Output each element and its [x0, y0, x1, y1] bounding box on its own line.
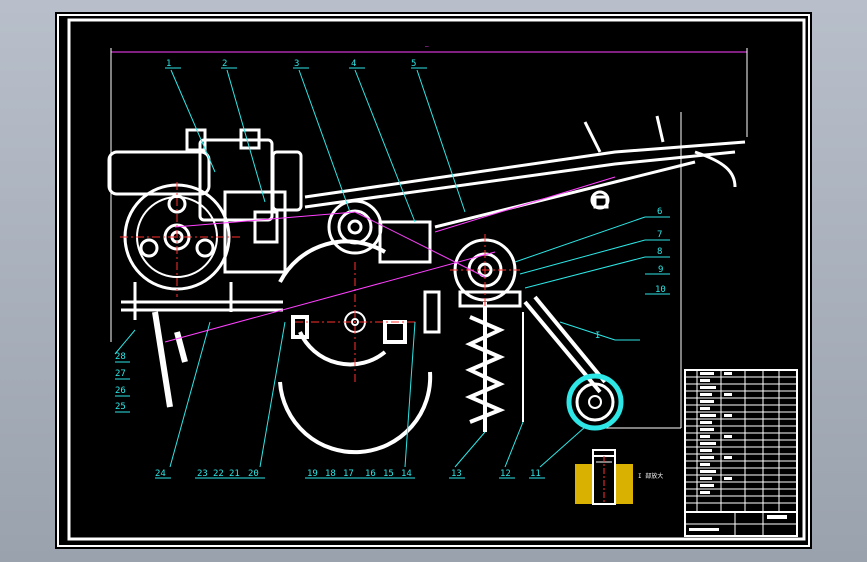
- part-label-28: 28: [115, 352, 126, 362]
- part-label-7: 7: [657, 230, 662, 240]
- part-label-22: 22: [213, 469, 224, 479]
- linkage-path: [164, 176, 616, 343]
- assembly-drawing: — 1 2 3 4 5 6 7 8 9 10 I 28 27 26 25 24 …: [57, 14, 810, 547]
- title-block-marks: [689, 372, 787, 531]
- part-label-8: 8: [657, 247, 662, 257]
- detail-label: I: [595, 331, 600, 341]
- part-label-24: 24: [155, 469, 166, 479]
- part-label-5: 5: [411, 59, 416, 69]
- auger: [464, 302, 524, 432]
- part-label-14: 14: [401, 469, 412, 479]
- part-label-11: 11: [530, 469, 541, 479]
- part-labels-left: 28 27 26 25: [115, 352, 126, 412]
- part-label-27: 27: [115, 369, 126, 379]
- engine: [107, 128, 303, 291]
- frame-rail: [121, 282, 283, 408]
- detail-view-caption: I 部放大: [638, 472, 663, 480]
- part-labels-bottom: 24 23 22 21 20 19 18 17 16 15 14 13 12 1…: [155, 469, 541, 479]
- part-label-6: 6: [657, 207, 662, 217]
- part-label-23: 23: [197, 469, 208, 479]
- part-label-15: 15: [383, 469, 394, 479]
- part-label-9: 9: [658, 265, 663, 275]
- gauge-wheel: [566, 373, 624, 431]
- dimension-text: —: [425, 43, 429, 50]
- part-label-13: 13: [451, 469, 462, 479]
- part-label-16: 16: [365, 469, 376, 479]
- gearbox: [327, 199, 432, 264]
- part-label-10: 10: [655, 285, 666, 295]
- part-label-1: 1: [166, 59, 171, 69]
- part-label-17: 17: [343, 469, 354, 479]
- part-label-25: 25: [115, 402, 126, 412]
- part-label-3: 3: [294, 59, 299, 69]
- handlebar: [304, 115, 746, 229]
- part-label-26: 26: [115, 386, 126, 396]
- detail-view: I 部放大: [575, 449, 663, 505]
- drawing-sheet: — 1 2 3 4 5 6 7 8 9 10 I 28 27 26 25 24 …: [55, 12, 812, 549]
- part-label-12: 12: [500, 469, 511, 479]
- part-label-21: 21: [229, 469, 240, 479]
- part-label-18: 18: [325, 469, 336, 479]
- part-label-20: 20: [248, 469, 259, 479]
- part-label-2: 2: [222, 59, 227, 69]
- part-label-19: 19: [307, 469, 318, 479]
- cad-viewport[interactable]: — 1 2 3 4 5 6 7 8 9 10 I 28 27 26 25 24 …: [0, 0, 867, 562]
- part-labels-top: 1 2 3 4 5: [166, 59, 416, 69]
- part-label-4: 4: [351, 59, 356, 69]
